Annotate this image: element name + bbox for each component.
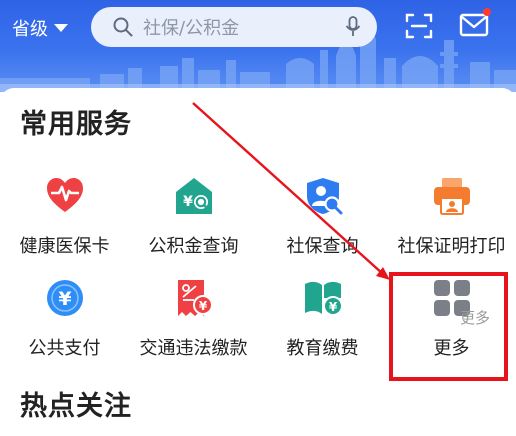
- app-header: 省级 社保/公积金: [0, 0, 516, 92]
- heart-pulse-icon: [46, 178, 83, 212]
- svg-text:¥: ¥: [198, 299, 207, 313]
- service-label: 健康医保卡: [19, 236, 110, 257]
- svg-text:¥: ¥: [328, 300, 337, 314]
- service-social-security-certificate-print[interactable]: 社保证明打印: [387, 176, 516, 258]
- unread-dot: [483, 8, 491, 16]
- svg-text:¥: ¥: [58, 288, 71, 310]
- traffic-fine-receipt-icon: ¥: [177, 280, 213, 316]
- service-housing-fund-query[interactable]: ¥ 公积金查询: [129, 176, 258, 258]
- service-education-payment[interactable]: ¥ 教育缴费: [258, 278, 387, 360]
- service-label: 教育缴费: [286, 338, 359, 359]
- service-label: 交通违法缴款: [139, 338, 248, 359]
- service-label: 社保查询: [286, 236, 359, 257]
- scan-icon[interactable]: [405, 12, 433, 40]
- highlight-box: [389, 272, 508, 381]
- service-public-payment[interactable]: ¥ 公共支付: [0, 278, 129, 360]
- house-fund-search-icon: ¥: [175, 178, 212, 214]
- region-selector[interactable]: 省级: [12, 14, 68, 42]
- caret-down-icon: [54, 24, 68, 32]
- service-social-security-query[interactable]: 社保查询: [258, 176, 387, 258]
- hot-topics-title: 热点关注: [20, 391, 132, 422]
- printer-icon: [433, 178, 470, 215]
- service-traffic-fine-payment[interactable]: ¥ 交通违法缴款: [129, 278, 258, 360]
- mail-icon[interactable]: [459, 12, 489, 38]
- person-shield-search-icon: [306, 178, 342, 215]
- service-label: 公积金查询: [148, 236, 239, 257]
- service-health-insurance-card[interactable]: 健康医保卡: [0, 176, 129, 258]
- svg-text:¥: ¥: [183, 194, 193, 210]
- service-label: 社保证明打印: [397, 236, 506, 257]
- microphone-icon[interactable]: [345, 16, 361, 38]
- region-label: 省级: [12, 19, 48, 40]
- search-placeholder: 社保/公积金: [143, 18, 240, 39]
- search-icon: [113, 17, 133, 37]
- book-yuan-icon: ¥: [304, 281, 343, 316]
- services-card: 常用服务 健康医保卡 ¥ 公积金查询 社保查询 社保证明打印 ¥ 公共支付 ¥ …: [0, 88, 516, 436]
- common-services-title: 常用服务: [20, 109, 132, 140]
- service-label: 公共支付: [28, 338, 101, 359]
- search-bar[interactable]: 社保/公积金: [91, 7, 377, 47]
- yuan-coin-icon: ¥: [46, 280, 83, 316]
